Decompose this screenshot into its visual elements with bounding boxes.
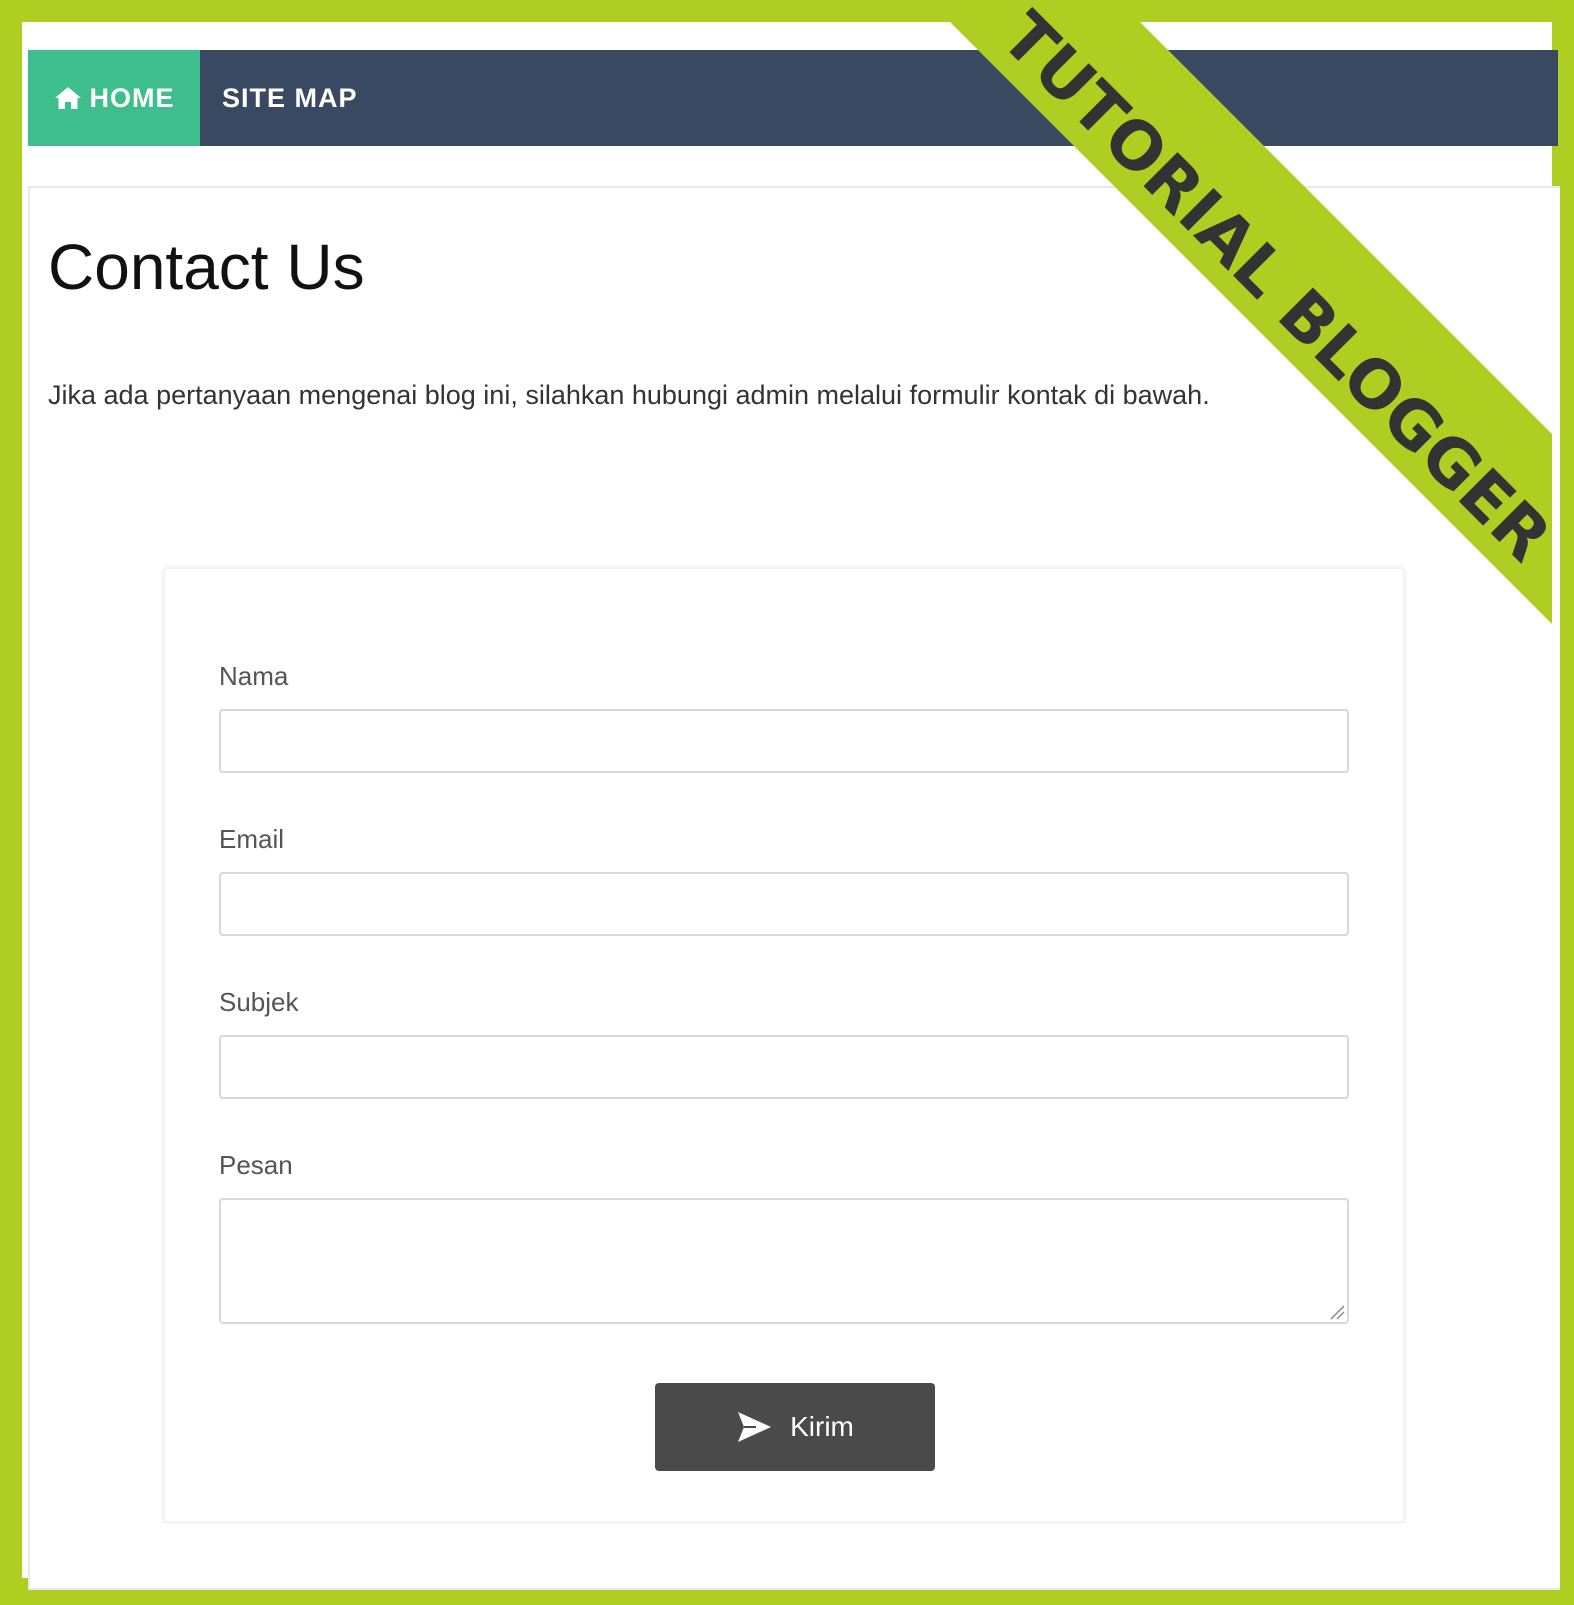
submit-label: Kirim — [790, 1411, 854, 1442]
page-title: Contact Us — [48, 231, 365, 303]
nav-sitemap-label: SITE MAP — [222, 82, 358, 113]
message-label: Pesan — [219, 1150, 293, 1180]
content-area: Contact Us Jika ada pertanyaan mengenai … — [28, 186, 1560, 1590]
subject-field[interactable] — [219, 1035, 1349, 1099]
email-label: Email — [219, 824, 285, 854]
name-field[interactable] — [219, 709, 1349, 773]
name-label: Nama — [219, 661, 289, 691]
intro-text: Jika ada pertanyaan mengenai blog ini, s… — [48, 380, 1210, 410]
paper-plane-icon — [736, 1410, 772, 1444]
subject-label: Subjek — [219, 987, 299, 1017]
submit-button[interactable]: Kirim — [655, 1383, 935, 1471]
email-field[interactable] — [219, 872, 1349, 936]
home-icon — [54, 86, 82, 110]
message-field[interactable] — [219, 1198, 1349, 1324]
navbar: HOME SITE MAP — [28, 50, 1558, 146]
nav-home-label: HOME — [89, 82, 175, 113]
contact-form: Nama Email Subjek Pesan Kirim — [164, 568, 1404, 1522]
resize-grip-icon[interactable] — [1327, 1302, 1345, 1320]
nav-home-link[interactable]: HOME — [28, 50, 200, 146]
nav-sitemap-link[interactable]: SITE MAP — [222, 50, 358, 146]
